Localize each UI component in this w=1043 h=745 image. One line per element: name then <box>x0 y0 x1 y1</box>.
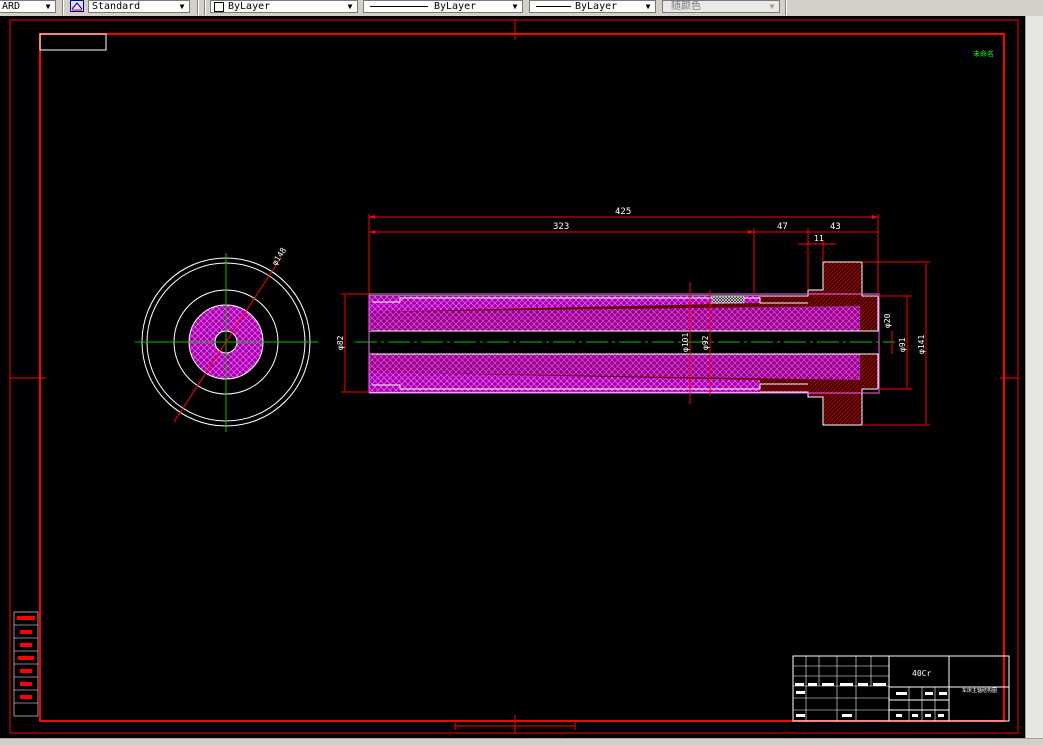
chevron-down-icon[interactable]: ▼ <box>643 2 653 12</box>
chevron-down-icon[interactable]: ▼ <box>510 2 520 12</box>
dim-dia-141: φ141 <box>917 335 926 354</box>
dimension-style-value: Standard <box>92 1 141 12</box>
color-swatch <box>214 2 224 12</box>
drawing-svg[interactable]: 未命名 φ148 425 323 47 43 11 φ82 φ101 φ92 φ… <box>0 16 1025 738</box>
lineweight-value: ByLayer <box>575 1 618 12</box>
linetype-sample <box>370 6 428 7</box>
toolbar-separator <box>204 0 206 15</box>
dimension-style-icon[interactable] <box>70 0 84 12</box>
text-style-combo[interactable]: ARD ▼ <box>0 0 56 13</box>
dim-dia-82: φ82 <box>336 335 345 350</box>
dim-length-47: 47 <box>777 222 788 232</box>
corner-label-box <box>39 33 107 51</box>
title-material: 40Cr <box>912 669 931 678</box>
plot-style-value: 随颜色 <box>671 1 701 12</box>
dim-dia-20: φ20 <box>883 313 892 328</box>
dim-dia-148: φ148 <box>270 246 288 267</box>
lineweight-sample <box>536 6 571 7</box>
drawing-canvas[interactable]: 未命名 φ148 425 323 47 43 11 φ82 φ101 φ92 φ… <box>0 16 1025 738</box>
color-value: ByLayer <box>228 1 271 12</box>
side-revision-strip <box>13 611 39 717</box>
chevron-down-icon: ▼ <box>769 2 775 11</box>
color-combo[interactable]: ByLayer ▼ <box>210 0 358 13</box>
linetype-value: ByLayer <box>434 1 477 12</box>
dim-length-43: 43 <box>830 222 841 232</box>
lineweight-combo[interactable]: ByLayer ▼ <box>529 0 656 13</box>
toolbar-separator <box>197 0 199 15</box>
title-block: 40Cr 车床主轴结构图 <box>792 655 1010 722</box>
dimension-style-combo[interactable]: Standard ▼ <box>88 0 190 13</box>
vertical-scrollbar[interactable] <box>1025 16 1043 738</box>
chevron-down-icon[interactable]: ▼ <box>43 2 53 12</box>
corner-label-text: 未命名 <box>973 49 994 58</box>
dim-length-11: 11 <box>814 234 824 243</box>
linetype-combo[interactable]: ByLayer ▼ <box>363 0 523 13</box>
dim-dia-101: φ101 <box>681 333 690 352</box>
chevron-down-icon[interactable]: ▼ <box>177 2 187 12</box>
dim-dia-91: φ91 <box>898 337 907 352</box>
title-part-name: 车床主轴结构图 <box>962 687 997 694</box>
dim-dia-92: φ92 <box>701 335 710 350</box>
dim-length-323: 323 <box>553 222 569 232</box>
end-view[interactable]: φ148 <box>135 246 318 432</box>
dim-length-425: 425 <box>615 207 631 217</box>
properties-toolbar: ARD ▼ Standard ▼ ByLayer ▼ ByLayer ▼ ByL… <box>0 0 1043 17</box>
section-view[interactable] <box>355 261 895 426</box>
toolbar-separator <box>785 0 787 15</box>
toolbar-separator <box>62 0 64 15</box>
text-style-value: ARD <box>2 1 21 12</box>
chevron-down-icon[interactable]: ▼ <box>345 2 355 12</box>
plot-style-combo: 随颜色 ▼ <box>662 0 780 13</box>
